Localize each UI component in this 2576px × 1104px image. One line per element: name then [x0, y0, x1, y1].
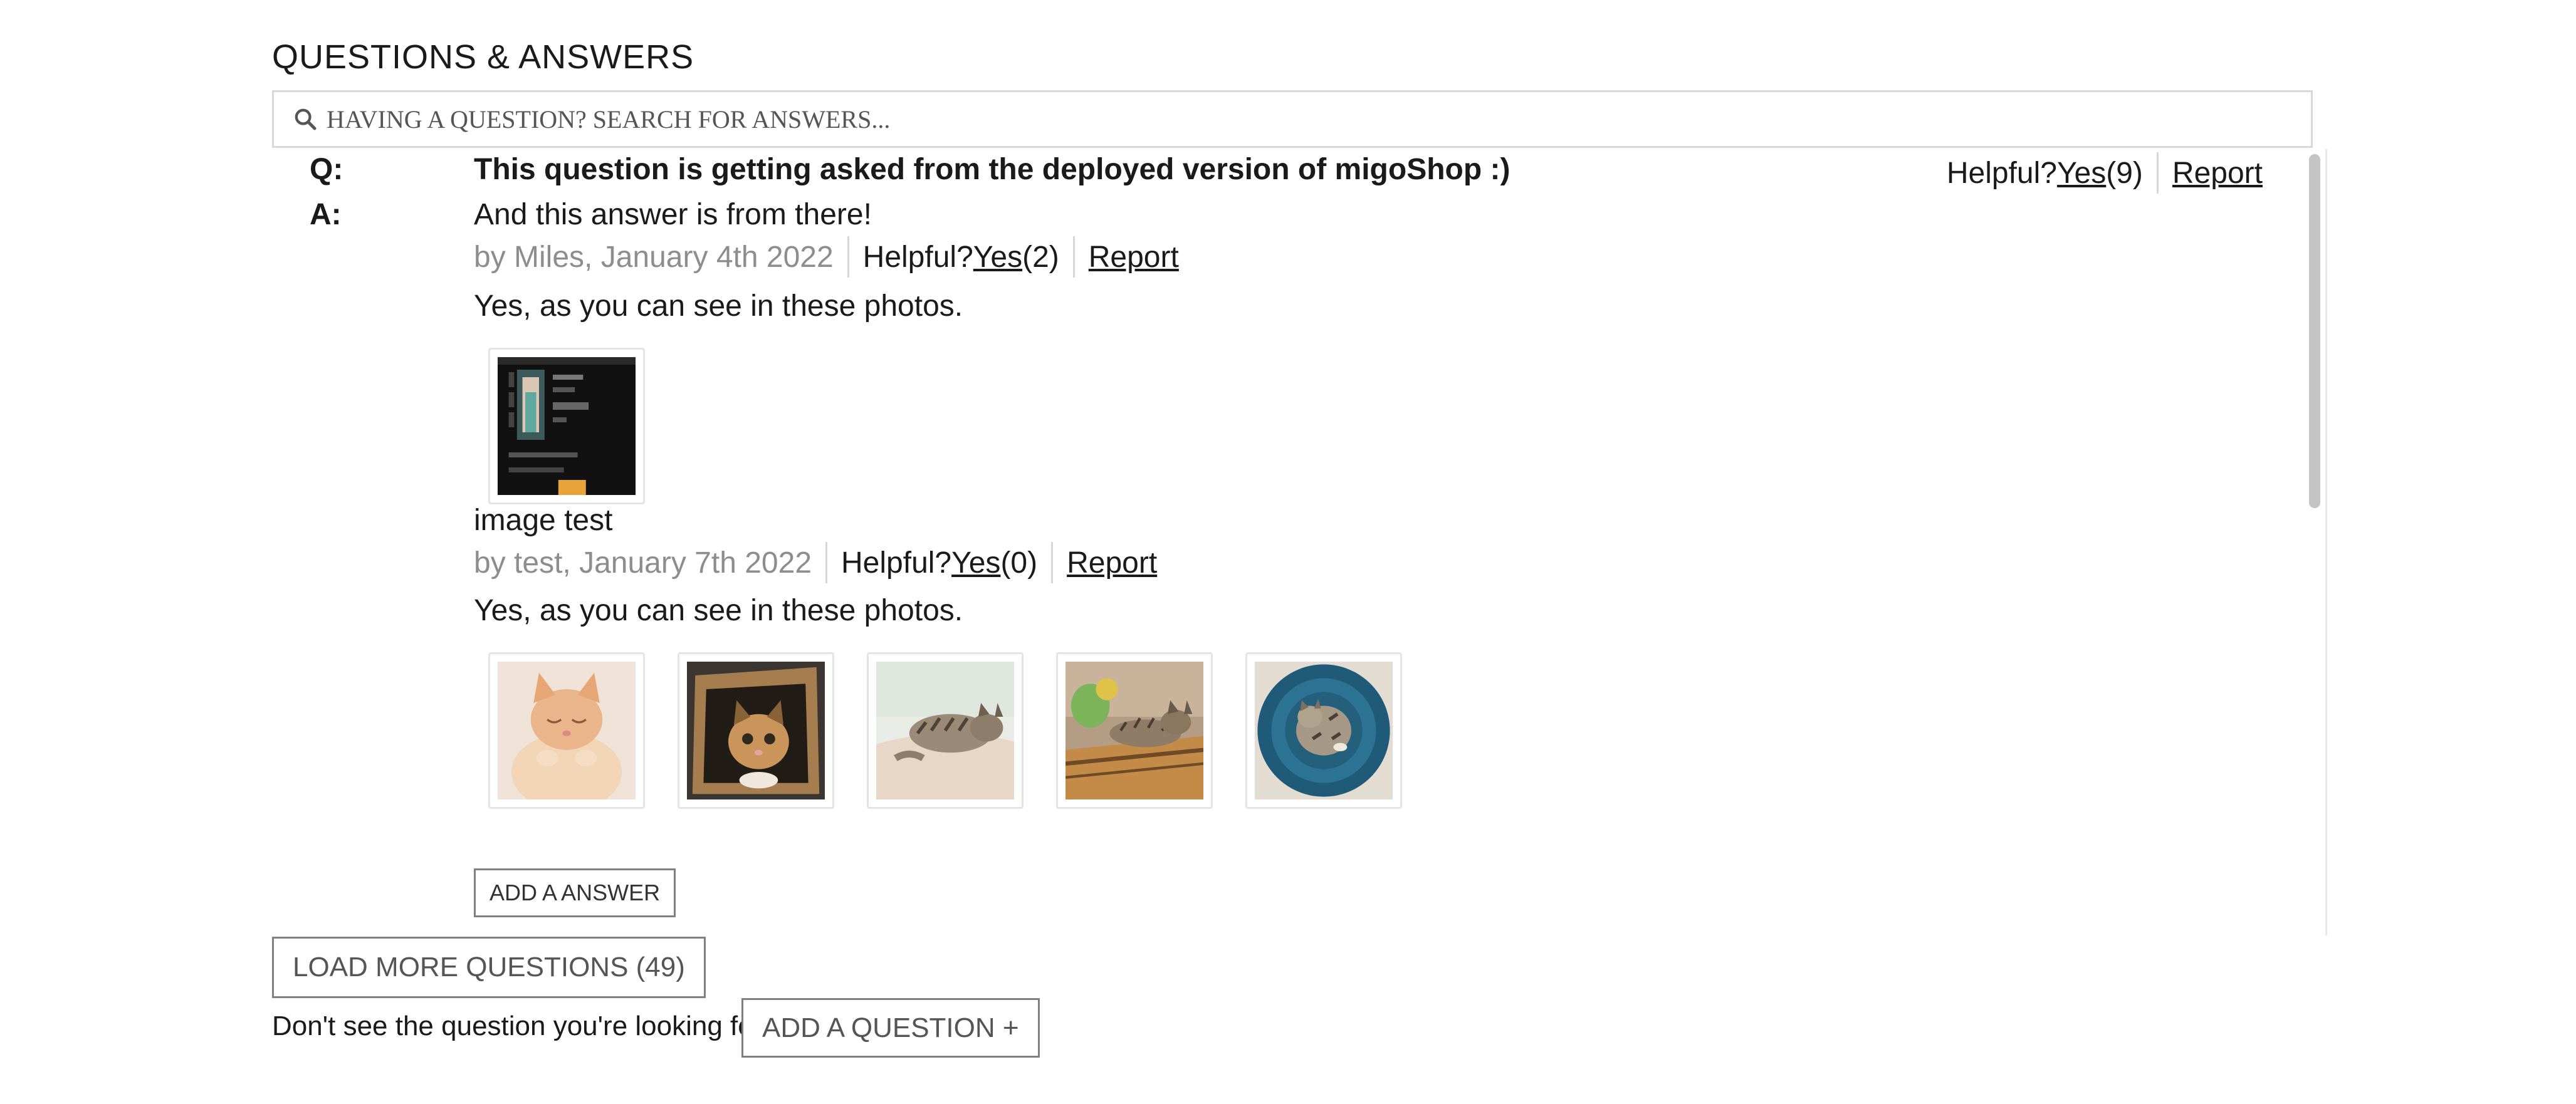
- add-question-button[interactable]: ADD A QUESTION +: [741, 998, 1040, 1058]
- helpful-count: (9): [2106, 156, 2143, 190]
- kitten-on-blanket-image: [876, 662, 1014, 799]
- helpful-yes-link[interactable]: Yes: [2057, 156, 2106, 190]
- answer-meta: by test, January 7th 2022 Helpful? Yes (0)…: [474, 542, 1157, 583]
- answer-photo-kitten-in-blue-bed[interactable]: [1245, 652, 1402, 809]
- helpful-label: Helpful?: [862, 240, 973, 274]
- report-question-link[interactable]: Report: [2172, 156, 2263, 190]
- photos-caption: Yes, as you can see in these photos.: [474, 289, 963, 323]
- qa-module: QUESTIONS & ANSWERS Q: This question is …: [0, 0, 2576, 1104]
- answer-photo-kitten-on-couch[interactable]: [1056, 652, 1213, 809]
- question-text: This question is getting asked from the …: [474, 153, 1511, 186]
- kitten-in-blue-bed-image: [1255, 662, 1393, 799]
- helpful-label: Helpful?: [841, 546, 952, 580]
- website-screenshot-thumbnail: [498, 357, 636, 495]
- divider: [825, 542, 828, 583]
- section-title: QUESTIONS & ANSWERS: [272, 38, 694, 76]
- question-label: Q:: [310, 153, 343, 186]
- add-answer-button[interactable]: ADD A ANSWER: [474, 868, 676, 917]
- answer-meta: by Miles, January 4th 2022 Helpful? Yes (2…: [474, 236, 1179, 278]
- photos-caption: Yes, as you can see in these photos.: [474, 594, 963, 627]
- answer-author-date: by test, January 7th 2022: [474, 546, 812, 580]
- sleeping-kitten-image: [498, 662, 636, 799]
- divider: [1051, 542, 1054, 583]
- questions-list[interactable]: Q: This question is getting asked from t…: [272, 149, 2327, 935]
- answer-body: And this answer is from there!: [474, 198, 872, 231]
- helpful-yes-link[interactable]: Yes: [951, 546, 1000, 580]
- kitten-on-couch-image: [1065, 662, 1203, 799]
- question-actions: Helpful? Yes (9) Report: [1947, 152, 2263, 194]
- report-answer-link[interactable]: Report: [1067, 546, 1157, 580]
- answer-photo-kitten-in-box[interactable]: [678, 652, 834, 809]
- scrollbar-thumb[interactable]: [2309, 154, 2320, 508]
- helpful-count: (0): [1000, 546, 1038, 580]
- helpful-yes-link[interactable]: Yes: [973, 240, 1022, 274]
- divider: [2156, 152, 2159, 194]
- search-icon: [295, 108, 317, 130]
- report-answer-link[interactable]: Report: [1089, 240, 1179, 274]
- answer-label: A:: [310, 198, 342, 231]
- answer-author-date: by Miles, January 4th 2022: [474, 240, 834, 274]
- answer-photo-kitten-on-blanket[interactable]: [867, 652, 1024, 809]
- divider: [1072, 236, 1075, 278]
- kitten-in-box-image: [687, 662, 825, 799]
- search-bar[interactable]: [272, 90, 2313, 148]
- answer-photo-sleeping-kitten[interactable]: [488, 652, 645, 809]
- search-input[interactable]: [327, 104, 2270, 134]
- prompt-text: Don't see the question you're looking fo…: [272, 1011, 778, 1041]
- helpful-label: Helpful?: [1946, 156, 2057, 190]
- answer-body: image test: [474, 504, 613, 537]
- divider: [847, 236, 849, 278]
- helpful-count: (2): [1022, 240, 1059, 274]
- load-more-questions-button[interactable]: LOAD MORE QUESTIONS (49): [272, 937, 706, 998]
- answer-photo-website-screenshot[interactable]: [488, 348, 645, 504]
